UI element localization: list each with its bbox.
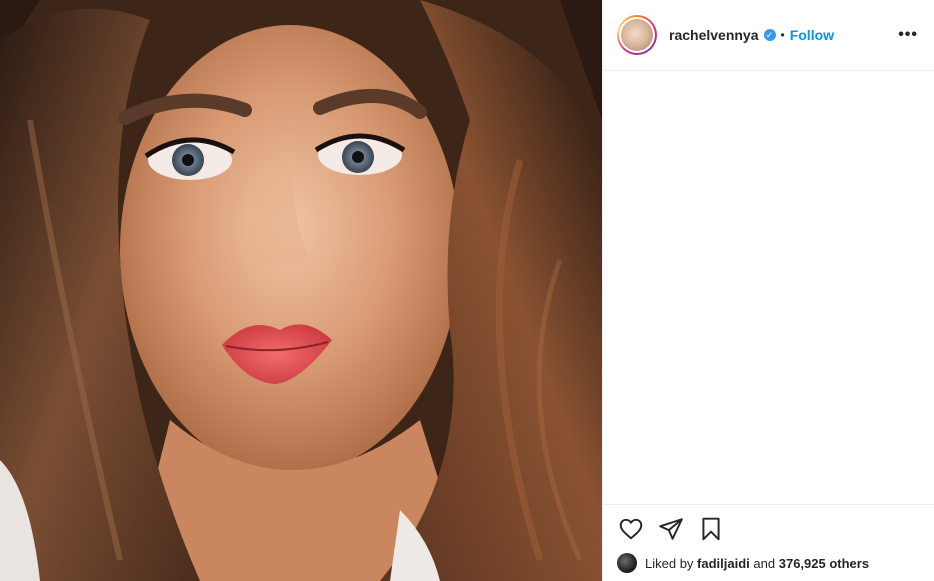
more-options-icon[interactable]: ••• (898, 26, 918, 44)
likes-connector: and (753, 555, 776, 571)
liker-avatar[interactable] (617, 553, 637, 573)
send-icon[interactable] (657, 515, 685, 543)
instagram-post: rachelvennya ✓ • Follow ••• Liked by fad… (0, 0, 934, 581)
likes-summary: Liked by fadiljaidi and 376,925 others (603, 553, 934, 573)
follow-button[interactable]: Follow (790, 27, 834, 43)
story-ring[interactable] (617, 15, 657, 55)
liker-username[interactable]: fadiljaidi (697, 556, 750, 571)
avatar-frame (619, 17, 655, 53)
portrait-photo (0, 0, 602, 581)
likes-prefix: Liked by (645, 555, 694, 571)
comments-area[interactable] (603, 71, 934, 504)
avatar[interactable] (621, 19, 653, 51)
separator-dot: • (780, 28, 785, 42)
verified-badge-icon: ✓ (763, 29, 776, 41)
post-side-panel: rachelvennya ✓ • Follow ••• Liked by fad… (602, 0, 934, 581)
likes-count-link[interactable]: 376,925 others (779, 556, 869, 571)
heart-icon[interactable] (617, 515, 645, 543)
author-username[interactable]: rachelvennya (669, 27, 759, 43)
post-footer: Liked by fadiljaidi and 376,925 others (603, 504, 934, 581)
bookmark-icon[interactable] (697, 515, 725, 543)
post-header: rachelvennya ✓ • Follow ••• (603, 0, 934, 71)
post-image[interactable] (0, 0, 602, 581)
action-bar (603, 505, 934, 553)
